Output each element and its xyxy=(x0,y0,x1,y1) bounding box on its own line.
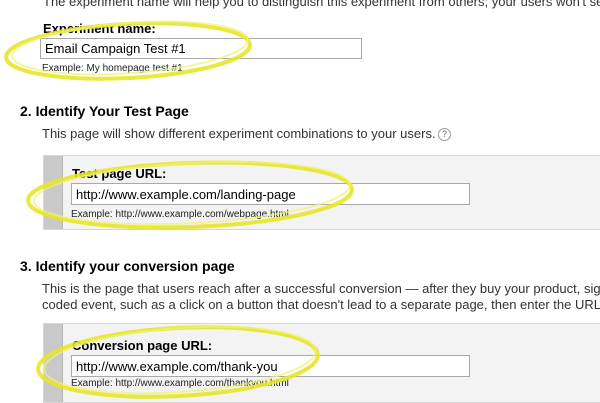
conversion-page-url-example: Example: http://www.example.com/thankyou… xyxy=(71,378,289,389)
conversion-page-url-label: Conversion page URL: xyxy=(72,338,213,353)
experiment-name-label: Experiment name: xyxy=(43,21,156,36)
step-2-description: This page will show different experiment… xyxy=(42,126,436,141)
test-page-url-example: Example: http://www.example.com/webpage.… xyxy=(71,209,289,220)
step-3-heading: 3. Identify your conversion page xyxy=(20,258,235,274)
experiment-name-input[interactable] xyxy=(40,38,362,59)
conversion-page-url-input[interactable] xyxy=(71,355,470,377)
experiment-name-example: Example: My homepage test #1 xyxy=(42,63,183,74)
step-3-description-line-1: This is the page that users reach after … xyxy=(42,281,600,296)
test-page-url-label: Test page URL: xyxy=(72,166,167,181)
step-3-description-line-2: coded event, such as a click on a button… xyxy=(42,297,600,312)
experiment-name-intro-text: The experiment name will help you to dis… xyxy=(43,0,600,9)
step-2-heading: 2. Identify Your Test Page xyxy=(20,103,189,119)
test-page-url-input[interactable] xyxy=(71,183,470,205)
question-mark-icon[interactable]: ? xyxy=(438,128,451,141)
panel-side-bar xyxy=(44,324,63,402)
panel-side-bar xyxy=(44,156,63,229)
